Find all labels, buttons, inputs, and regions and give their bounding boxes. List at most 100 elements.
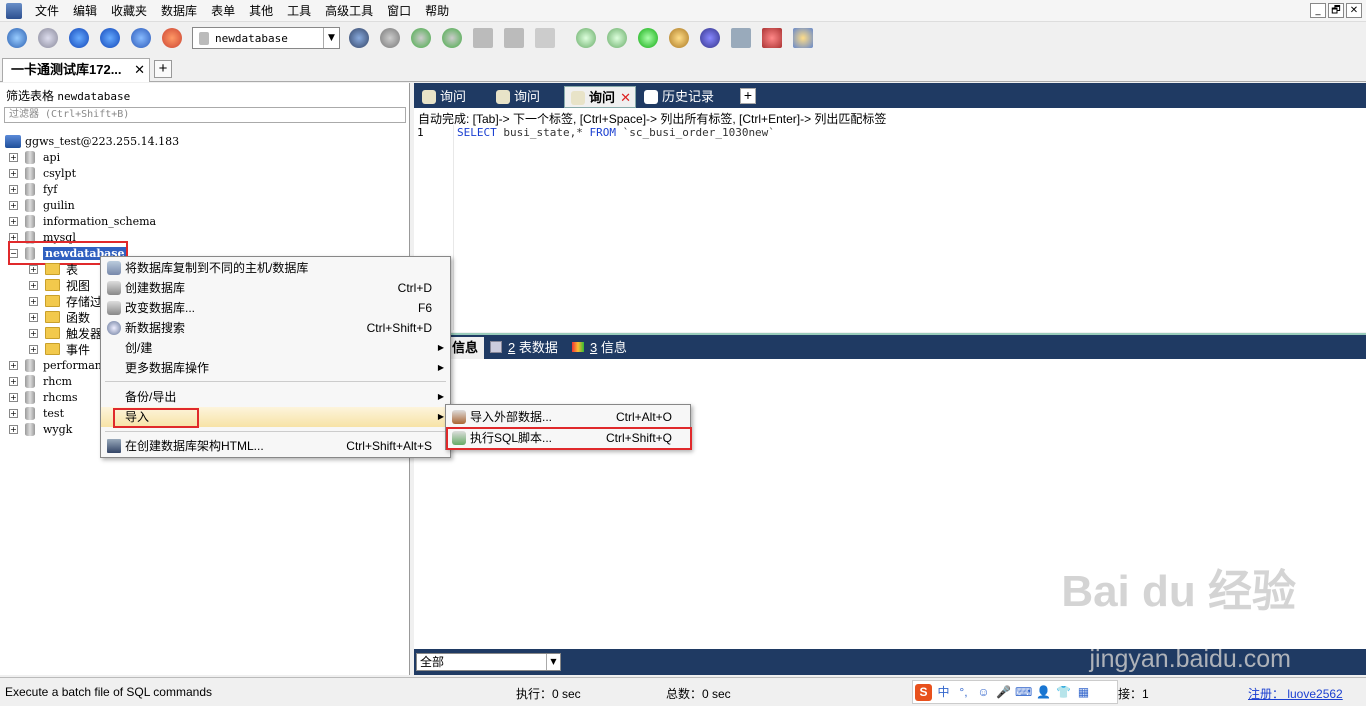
menu-database[interactable]: 数据库 [154, 0, 204, 22]
menu-separator [105, 381, 446, 382]
status-bar: Execute a batch file of SQL commands 执行：… [0, 677, 1366, 706]
tab-query-2[interactable]: 询问 [490, 86, 562, 108]
export-icon[interactable] [439, 25, 465, 51]
menu-item-copy-database[interactable]: 将数据库复制到不同的主机/数据库 [101, 258, 450, 278]
backup-icon[interactable] [573, 25, 599, 51]
menu-table[interactable]: 表单 [204, 0, 242, 22]
register-link[interactable]: 注册： luove2562 [1248, 685, 1343, 702]
baidu-watermark-url: jingyan.baidu.com [1089, 645, 1291, 673]
baidu-watermark: Bai du 经验 [1061, 567, 1296, 616]
server-icon[interactable] [697, 25, 723, 51]
tree-node-functions[interactable]: + 函数 [29, 309, 90, 325]
table-edit-icon[interactable] [501, 25, 527, 51]
line-number: 1 [417, 126, 424, 139]
refresh-icon[interactable] [128, 25, 154, 51]
schema-icon[interactable] [346, 25, 372, 51]
menu-item-create-database[interactable]: 创建数据库 Ctrl+D [101, 278, 450, 298]
sql-editor[interactable]: 自动完成: [Tab]-> 下一个标签, [Ctrl+Space]-> 列出所有… [414, 108, 1366, 332]
table-icon [490, 341, 502, 353]
sql-code[interactable]: SELECT busi_state,* FROM `sc_busi_order_… [457, 126, 775, 139]
execute-all-icon[interactable] [97, 25, 123, 51]
menu-item-schema-html[interactable]: 在创建数据库架构HTML... Ctrl+Shift+Alt+S [101, 436, 450, 456]
tab-query-1[interactable]: 询问 [416, 86, 488, 108]
menu-edit[interactable]: 编辑 [66, 0, 104, 22]
menu-window[interactable]: 窗口 [380, 0, 418, 22]
connection-tab[interactable]: 一卡通测试库172... ✕ [2, 58, 150, 82]
menu-other[interactable]: 其他 [242, 0, 280, 22]
tree-node-tables[interactable]: + 表 [29, 261, 78, 277]
report-icon[interactable] [759, 25, 785, 51]
restore-db-icon[interactable] [604, 25, 630, 51]
tree-db-test[interactable]: + test [9, 405, 64, 421]
menu-help[interactable]: 帮助 [418, 0, 456, 22]
tree-node-views[interactable]: + 视图 [29, 277, 90, 293]
create-db-icon[interactable] [377, 25, 403, 51]
folder-icon [45, 327, 60, 339]
add-query-tab-button[interactable]: + [740, 88, 756, 104]
ime-punct-icon[interactable]: °, [955, 684, 972, 701]
tree-db-fyf[interactable]: + fyf [9, 181, 57, 197]
ime-skin-icon[interactable]: 👕 [1055, 684, 1072, 701]
execute-icon[interactable] [66, 25, 92, 51]
database-select[interactable]: newdatabase ▼ [192, 27, 340, 49]
query-icon [496, 90, 510, 104]
tree-db-api[interactable]: + api [9, 149, 60, 165]
menu-item-alter-database[interactable]: 改变数据库... F6 [101, 298, 450, 318]
result-filter-select[interactable]: 全部 ▼ [416, 653, 561, 671]
tree-db-rhcms[interactable]: + rhcms [9, 389, 78, 405]
tab-history[interactable]: 历史记录 [638, 86, 734, 108]
server-node[interactable]: ggws_test@223.255.14.183 [5, 133, 179, 149]
ime-tools-icon[interactable]: ▦ [1075, 684, 1092, 701]
new-connection-icon[interactable] [4, 25, 30, 51]
tree-node-procedures[interactable]: + 存储过 [29, 293, 102, 309]
tree-node-triggers[interactable]: + 触发器 [29, 325, 102, 341]
menu-item-backup-export[interactable]: 备份/导出 ▶ [101, 387, 450, 407]
transfer-icon[interactable] [666, 25, 692, 51]
chevron-down-icon[interactable]: ▼ [323, 28, 339, 48]
users-icon[interactable] [159, 25, 185, 51]
menu-advanced-tools[interactable]: 高级工具 [318, 0, 380, 22]
menu-file[interactable]: 文件 [28, 0, 66, 22]
restore-button[interactable]: 🗗 [1328, 3, 1344, 18]
tab-table-data[interactable]: 2 表数据 [490, 337, 558, 359]
import-icon[interactable] [408, 25, 434, 51]
add-user-icon[interactable] [35, 25, 61, 51]
menu-item-create[interactable]: 创/建 ▶ [101, 338, 450, 358]
tree-db-information-schema[interactable]: + information_schema [9, 213, 156, 229]
tree-db-performance[interactable]: + performan [9, 357, 102, 373]
query-tab-bar: 询问 询问 询问 ✕ 历史记录 + [414, 83, 1366, 108]
close-icon[interactable]: ✕ [134, 59, 145, 81]
ime-user-icon[interactable]: 👤 [1035, 684, 1052, 701]
tree-node-events[interactable]: + 事件 [29, 341, 90, 357]
app-icon[interactable] [6, 2, 22, 19]
tab-query-3[interactable]: 询问 ✕ [564, 86, 636, 108]
scheduler-icon[interactable] [790, 25, 816, 51]
tab-info-3[interactable]: 3 信息 [572, 337, 627, 359]
tree-db-rhcm[interactable]: + rhcm [9, 373, 72, 389]
close-window-button[interactable]: ✕ [1346, 3, 1362, 18]
tree-db-guilin[interactable]: + guilin [9, 197, 75, 213]
menu-tools[interactable]: 工具 [280, 0, 318, 22]
tree-db-csylpt[interactable]: + csylpt [9, 165, 76, 181]
status-message: Execute a batch file of SQL commands [5, 685, 212, 699]
close-icon[interactable]: ✕ [620, 87, 631, 109]
filter-input[interactable]: 过滤器 (Ctrl+Shift+B) [4, 107, 406, 123]
table-grid-icon[interactable] [470, 25, 496, 51]
ime-voice-icon[interactable]: 🎤 [995, 684, 1012, 701]
tree-db-wygk[interactable]: + wygk [9, 421, 72, 437]
minimize-button[interactable]: _ [1310, 3, 1326, 18]
menu-item-import-external[interactable]: 导入外部数据... Ctrl+Alt+O [446, 407, 690, 427]
menu-favorites[interactable]: 收藏夹 [104, 0, 154, 22]
ime-chinese-icon[interactable]: 中 [935, 684, 952, 701]
tab-result-info[interactable]: 信息 [446, 337, 485, 359]
menu-item-data-search[interactable]: 新数据搜索 Ctrl+Shift+D [101, 318, 450, 338]
connection-tab-bar: 一卡通测试库172... ✕ + [0, 56, 1366, 82]
sogou-icon[interactable]: S [915, 683, 932, 701]
monitor-icon[interactable] [728, 25, 754, 51]
add-connection-tab-button[interactable]: + [154, 60, 172, 78]
sync-icon[interactable] [635, 25, 661, 51]
table-design-icon[interactable] [532, 25, 558, 51]
menu-item-more-operations[interactable]: 更多数据库操作 ▶ [101, 358, 450, 378]
ime-keyboard-icon[interactable]: ⌨ [1015, 684, 1032, 701]
ime-emoji-icon[interactable]: ☺ [975, 684, 992, 701]
